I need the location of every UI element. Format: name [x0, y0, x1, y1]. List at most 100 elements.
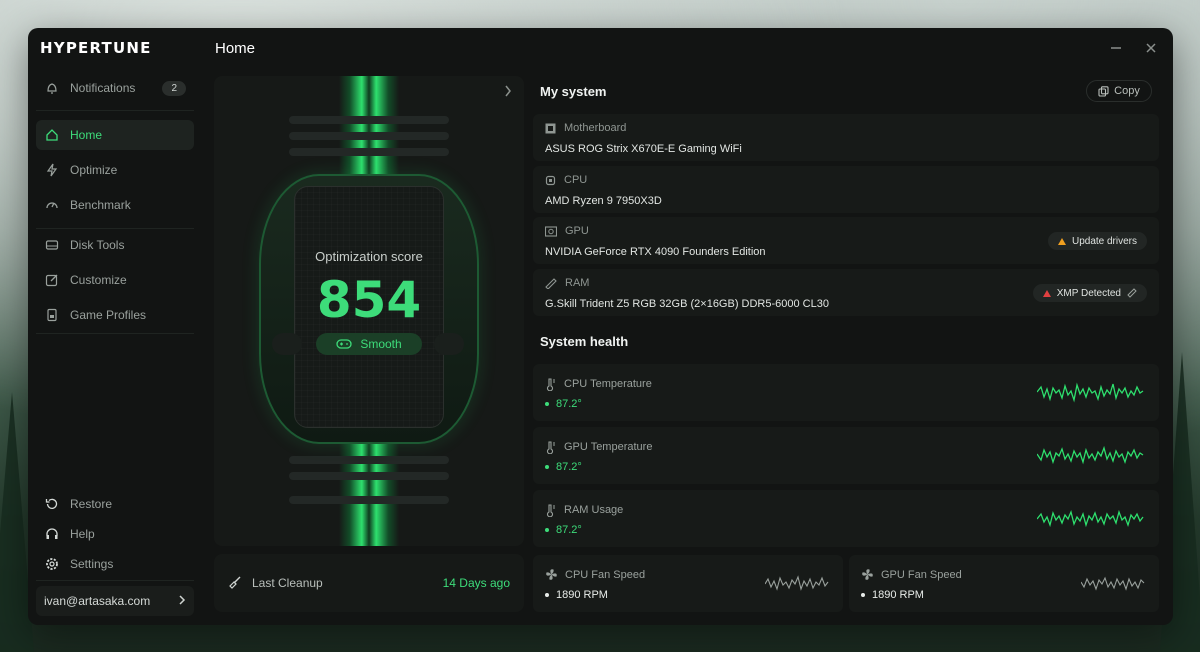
system-item-motherboard: Motherboard ASUS ROG Strix X670E-E Gamin…: [533, 114, 1159, 161]
health-item-value: 87.2°: [556, 524, 582, 536]
sidebar-item-label: Home: [70, 128, 103, 142]
last-cleanup-label: Last Cleanup: [252, 576, 323, 590]
health-item-value: 1890 RPM: [556, 589, 608, 601]
fan-icon: [862, 569, 873, 580]
copy-button-label: Copy: [1114, 85, 1140, 97]
update-drivers-button[interactable]: Update drivers: [1047, 232, 1147, 250]
divider: [36, 580, 194, 581]
sidebar-item-disk-tools[interactable]: Disk Tools: [36, 230, 194, 260]
sidebar-item-optimize[interactable]: Optimize: [36, 155, 194, 185]
page-title: Home: [215, 40, 256, 57]
health-item-header: GPU Temperature: [545, 440, 652, 454]
xmp-detected-badge[interactable]: XMP Detected: [1032, 284, 1147, 302]
health-item-label: CPU Temperature: [564, 378, 652, 390]
health-gpu-fan-speed: GPU Fan Speed 1890 RPM: [849, 555, 1159, 612]
sidebar-item-customize[interactable]: Customize: [36, 265, 194, 295]
ram-icon: [545, 277, 557, 289]
chevron-right-icon[interactable]: [504, 84, 512, 100]
system-item-cpu: CPU AMD Ryzen 9 7950X3D: [533, 166, 1159, 213]
sidebar-item-settings[interactable]: Settings: [36, 549, 194, 579]
last-cleanup-value: 14 Days ago: [442, 576, 510, 590]
minimize-button[interactable]: [1106, 38, 1126, 58]
status-dot: [545, 465, 549, 469]
sidebar-item-label: Optimize: [70, 163, 118, 177]
system-item-value: AMD Ryzen 9 7950X3D: [545, 195, 662, 207]
system-item-label: CPU: [564, 174, 588, 186]
xmp-detected-label: XMP Detected: [1056, 287, 1121, 299]
sidebar-item-home[interactable]: Home: [36, 120, 194, 150]
update-drivers-label: Update drivers: [1071, 235, 1137, 247]
minimize-icon: [1111, 47, 1121, 49]
motherboard-icon: [545, 123, 556, 133]
gamepad-icon: [336, 339, 352, 349]
health-item-value: 87.2°: [556, 461, 582, 473]
gear-icon: [44, 556, 60, 572]
gpu-temperature-sparkline: [1037, 445, 1144, 465]
system-item-value: G.Skill Trident Z5 RGB 32GB (2×16GB) DDR…: [545, 298, 829, 310]
thermometer-icon: [546, 441, 555, 454]
last-cleanup-card[interactable]: Last Cleanup 14 Days ago: [214, 554, 524, 612]
system-item-header: RAM: [545, 277, 589, 289]
sidebar-item-restore[interactable]: Restore: [36, 489, 194, 519]
fan-icon: [546, 569, 557, 580]
sidebar-item-label: Settings: [70, 557, 114, 571]
divider: [36, 228, 194, 229]
health-cpu-fan-speed: CPU Fan Speed 1890 RPM: [533, 555, 843, 612]
ram-usage-sparkline: [1037, 509, 1144, 528]
score-status-badge: Smooth: [316, 333, 422, 355]
decor-slot: [289, 456, 449, 464]
user-account-button[interactable]: ivan@artasaka.com: [36, 586, 194, 616]
copy-button[interactable]: Copy: [1086, 80, 1152, 102]
health-item-reading: 1890 RPM: [861, 589, 924, 601]
health-cpu-temperature: CPU Temperature 87.2°: [533, 364, 1159, 421]
status-pill-next: [434, 333, 464, 355]
gpu-icon: [545, 225, 557, 237]
notifications-label: Notifications: [70, 81, 136, 95]
optimization-score-panel[interactable]: Optimization score 854 Smooth: [214, 76, 524, 546]
decor-slot: [289, 132, 449, 140]
gpu-fan-sparkline: [1081, 576, 1145, 591]
sidebar-item-help[interactable]: Help: [36, 519, 194, 549]
notifications-count-badge: 2: [162, 80, 186, 96]
edit-icon: [44, 272, 60, 288]
sidebar-item-game-profiles[interactable]: Game Profiles: [36, 300, 194, 330]
health-item-header: CPU Temperature: [545, 377, 652, 391]
sidebar-item-label: Game Profiles: [70, 308, 147, 322]
app-window: HYPERTUNE Home Notifications 2 Home Opti…: [28, 28, 1173, 625]
divider: [36, 110, 194, 111]
close-icon: [1146, 43, 1156, 53]
thermometer-icon: [546, 504, 555, 517]
system-item-gpu: GPU NVIDIA GeForce RTX 4090 Founders Edi…: [533, 217, 1159, 264]
restore-icon: [44, 496, 60, 512]
sidebar-item-label: Customize: [70, 273, 127, 287]
user-email: ivan@artasaka.com: [44, 594, 151, 608]
decor-slot: [289, 496, 449, 504]
home-icon: [44, 127, 60, 143]
health-item-label: GPU Fan Speed: [881, 568, 962, 581]
health-item-label: CPU Fan Speed: [565, 568, 646, 581]
health-item-reading: 1890 RPM: [545, 589, 608, 601]
decor-slot: [289, 116, 449, 124]
health-item-reading: 87.2°: [545, 461, 582, 473]
sidebar-item-benchmark[interactable]: Benchmark: [36, 190, 194, 220]
sidebar-item-label: Restore: [70, 497, 113, 511]
system-item-label: RAM: [565, 277, 590, 289]
gauge-icon: [44, 197, 60, 213]
system-item-value: ASUS ROG Strix X670E-E Gaming WiFi: [545, 143, 742, 155]
game-profile-icon: [44, 307, 60, 323]
notifications-item[interactable]: Notifications 2: [36, 73, 194, 103]
system-item-header: GPU: [545, 225, 589, 237]
status-dot: [545, 593, 549, 597]
close-button[interactable]: [1141, 38, 1161, 58]
health-item-label: RAM Usage: [564, 504, 624, 516]
bell-icon: [44, 80, 60, 96]
system-item-label: GPU: [565, 225, 589, 237]
headset-icon: [44, 526, 60, 542]
chevron-right-icon: [178, 594, 186, 608]
brand-logo: HYPERTUNE: [40, 39, 152, 57]
system-item-ram: RAM G.Skill Trident Z5 RGB 32GB (2×16GB)…: [533, 269, 1159, 316]
sidebar-item-label: Help: [70, 527, 95, 541]
decor-slot: [289, 148, 449, 156]
cpu-fan-sparkline: [765, 575, 829, 591]
system-item-value: NVIDIA GeForce RTX 4090 Founders Edition: [545, 246, 766, 258]
